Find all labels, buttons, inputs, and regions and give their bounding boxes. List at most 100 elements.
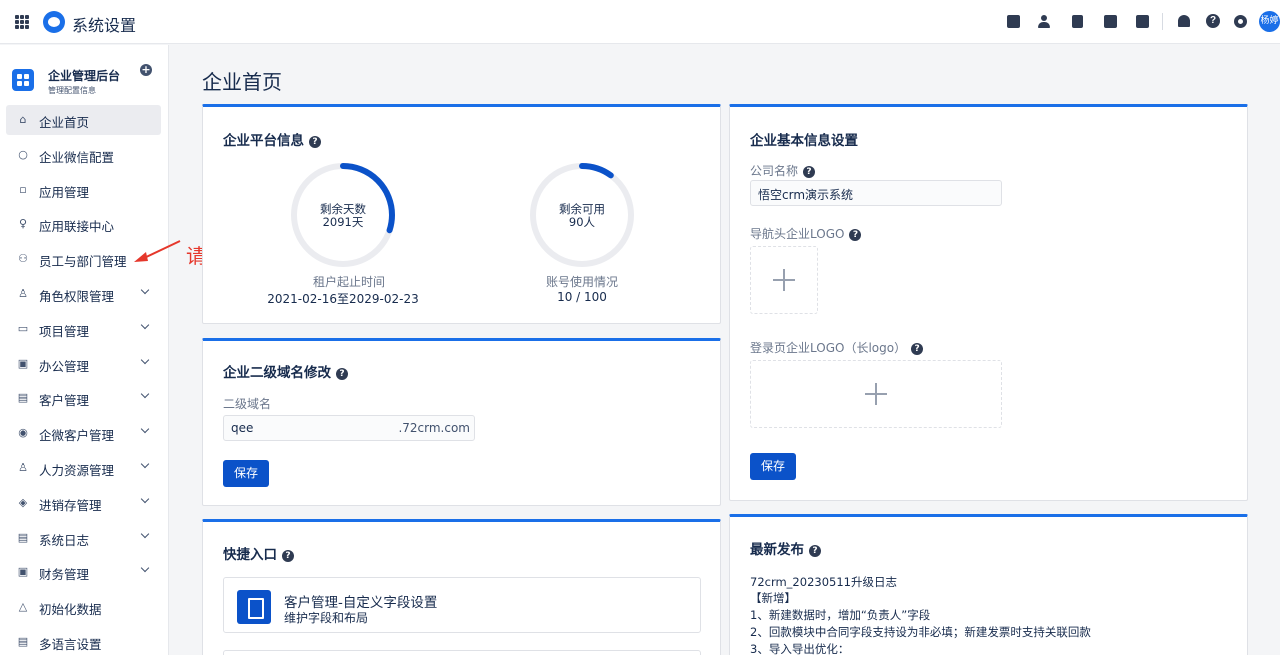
chevron-down-icon[interactable] bbox=[141, 391, 149, 399]
help-icon[interactable]: ? bbox=[1204, 12, 1222, 30]
sidebar-subtitle: 管理配置信息 bbox=[48, 86, 96, 95]
hr-icon: ♙ bbox=[18, 460, 28, 474]
release-card: 最新发布? 72crm_20230511升级日志 【新增】 1、新建数据时，增加… bbox=[729, 514, 1248, 655]
document-icon[interactable] bbox=[1068, 12, 1086, 30]
domain-card: 企业二级域名修改? 二级域名 qee .72crm.com 保存 bbox=[202, 338, 721, 506]
sidebar-header: 企业管理后台 管理配置信息 + bbox=[12, 64, 162, 100]
finance-icon: ▣ bbox=[17, 565, 29, 579]
admin-logo-icon bbox=[12, 69, 34, 91]
quick-entry-item[interactable] bbox=[223, 650, 701, 655]
role-icon: ♙ bbox=[18, 286, 28, 300]
top-bar: 系统设置 ? 杨婷 bbox=[0, 0, 1280, 44]
language-icon: ▤ bbox=[17, 634, 29, 648]
chevron-down-icon[interactable] bbox=[141, 357, 149, 365]
sidebar-item[interactable]: ◉ 企微客户管理 bbox=[6, 418, 161, 448]
domain-field-label: 二级域名 bbox=[223, 397, 272, 411]
help-icon[interactable]: ? bbox=[309, 136, 321, 148]
chevron-down-icon[interactable] bbox=[141, 426, 149, 434]
sidebar-item[interactable]: ▤ 客户管理 bbox=[6, 383, 161, 413]
toolbar-divider bbox=[1162, 13, 1163, 30]
accounts-usage-value: 10 / 100 bbox=[557, 290, 607, 304]
nav-logo-upload[interactable] bbox=[750, 246, 818, 314]
contacts-icon[interactable] bbox=[1035, 12, 1053, 30]
sidebar-item-label: 应用管理 bbox=[39, 184, 90, 200]
log-icon: ▤ bbox=[17, 530, 29, 544]
chevron-down-icon[interactable] bbox=[141, 496, 149, 504]
sidebar-item-label: 企业微信配置 bbox=[39, 149, 115, 165]
accounts-usage-caption: 账号使用情况 bbox=[545, 275, 618, 289]
sidebar-item[interactable]: ▤ 多语言设置 bbox=[6, 627, 161, 655]
apps-icon: ▫ bbox=[19, 182, 27, 196]
release-log-line: 2、回款模块中合同字段支持设为非必填；新建发票时支持关联回款 bbox=[750, 625, 1091, 639]
accounts-remaining: 剩余可用 90人 bbox=[528, 203, 636, 229]
help-icon[interactable]: ? bbox=[803, 166, 816, 178]
sidebar-item-label: 企业首页 bbox=[39, 115, 90, 130]
login-logo-upload[interactable] bbox=[750, 360, 1002, 428]
sidebar-item-label: 角色权限管理 bbox=[39, 288, 115, 304]
home-icon: ⌂ bbox=[19, 113, 27, 126]
company-name-input[interactable]: 悟空crm演示系统 bbox=[750, 180, 1002, 206]
calendar-check-icon[interactable] bbox=[1004, 12, 1022, 30]
page-title: 企业首页 bbox=[202, 70, 282, 94]
basic-info-title: 企业基本信息设置 bbox=[750, 133, 858, 149]
bell-icon[interactable] bbox=[1175, 12, 1193, 30]
platform-info-card: 企业平台信息? 剩余天数 2091天 租户起止时间 2021-02-16至202… bbox=[202, 104, 721, 324]
calendar-icon[interactable] bbox=[1133, 12, 1151, 30]
help-icon[interactable]: ? bbox=[849, 229, 862, 241]
domain-input-value: qee bbox=[231, 421, 254, 435]
accounts-remaining-value: 90人 bbox=[568, 215, 596, 229]
app-grid-icon[interactable] bbox=[15, 15, 29, 29]
help-icon[interactable]: ? bbox=[809, 545, 821, 557]
save-domain-button[interactable]: 保存 bbox=[223, 460, 270, 487]
quick-entry-item-title: 客户管理-自定义字段设置 bbox=[284, 595, 438, 611]
sidebar-item[interactable]: ⌂ 企业首页 bbox=[6, 105, 161, 135]
sidebar-item[interactable]: ▭ 项目管理 bbox=[6, 314, 161, 344]
sidebar-item[interactable]: ▣ 财务管理 bbox=[6, 557, 161, 587]
sidebar: 企业管理后台 管理配置信息 + ⌂ 企业首页 ○ 企业微信配置 ▫ 应用管理 ♀ 应用联接中心… bbox=[0, 45, 169, 655]
sidebar-item[interactable]: ▣ 办公管理 bbox=[6, 349, 161, 379]
domain-suffix: .72crm.com bbox=[398, 421, 470, 435]
phone-icon[interactable] bbox=[1101, 12, 1119, 30]
chevron-down-icon[interactable] bbox=[141, 531, 149, 539]
sidebar-item-label: 项目管理 bbox=[39, 323, 90, 339]
avatar[interactable]: 杨婷 bbox=[1259, 11, 1280, 32]
sidebar-item-label: 系统日志 bbox=[39, 532, 90, 548]
add-icon[interactable]: + bbox=[140, 64, 152, 76]
tenant-period-caption: 租户起止时间 bbox=[313, 275, 386, 289]
chevron-down-icon[interactable] bbox=[141, 565, 149, 573]
settings-icon[interactable] bbox=[1231, 12, 1249, 30]
help-icon[interactable]: ? bbox=[911, 343, 924, 355]
release-log-line: 3、导入导出优化： bbox=[750, 642, 850, 655]
plus-icon bbox=[773, 269, 795, 291]
sidebar-item[interactable]: ▤ 系统日志 bbox=[6, 523, 161, 553]
help-icon[interactable]: ? bbox=[336, 368, 348, 380]
sidebar-title: 企业管理后台 bbox=[48, 69, 121, 83]
domain-input[interactable]: qee .72crm.com bbox=[223, 415, 475, 441]
tenant-period-value: 2021-02-16至2029-02-23 bbox=[267, 292, 419, 306]
annotation-arrow-icon bbox=[134, 240, 181, 262]
quick-entry-item[interactable]: 客户管理-自定义字段设置 维护字段和布局 bbox=[223, 577, 701, 633]
bulb-icon: ♀ bbox=[18, 217, 28, 231]
days-remaining-value: 2091天 bbox=[322, 215, 364, 229]
help-icon[interactable]: ? bbox=[282, 550, 294, 562]
sidebar-item[interactable]: ♀ 应用联接中心 bbox=[6, 209, 161, 239]
chevron-down-icon[interactable] bbox=[141, 461, 149, 469]
project-icon: ▭ bbox=[17, 321, 29, 335]
sidebar-item-label: 应用联接中心 bbox=[39, 219, 115, 235]
sidebar-item[interactable]: ◈ 进销存管理 bbox=[6, 488, 161, 518]
save-basic-info-button[interactable]: 保存 bbox=[750, 453, 797, 480]
days-remaining: 剩余天数 2091天 bbox=[289, 203, 397, 229]
app-title: 系统设置 bbox=[72, 16, 137, 35]
sidebar-item[interactable]: ♙ 角色权限管理 bbox=[6, 279, 161, 309]
sidebar-item[interactable]: ♙ 人力资源管理 bbox=[6, 453, 161, 483]
chevron-down-icon[interactable] bbox=[141, 322, 149, 330]
office-icon: ▣ bbox=[17, 356, 29, 370]
sidebar-item[interactable]: ○ 企业微信配置 bbox=[6, 140, 161, 170]
chevron-down-icon[interactable] bbox=[141, 287, 149, 295]
sidebar-item[interactable]: △ 初始化数据 bbox=[6, 592, 161, 622]
search-icon: ○ bbox=[18, 147, 28, 161]
init-icon: △ bbox=[18, 600, 28, 614]
sidebar-item-label: 员工与部门管理 bbox=[39, 254, 127, 270]
sidebar-item[interactable]: ▫ 应用管理 bbox=[6, 175, 161, 205]
release-log-line: 1、新建数据时，增加“负责人”字段 bbox=[750, 608, 931, 622]
